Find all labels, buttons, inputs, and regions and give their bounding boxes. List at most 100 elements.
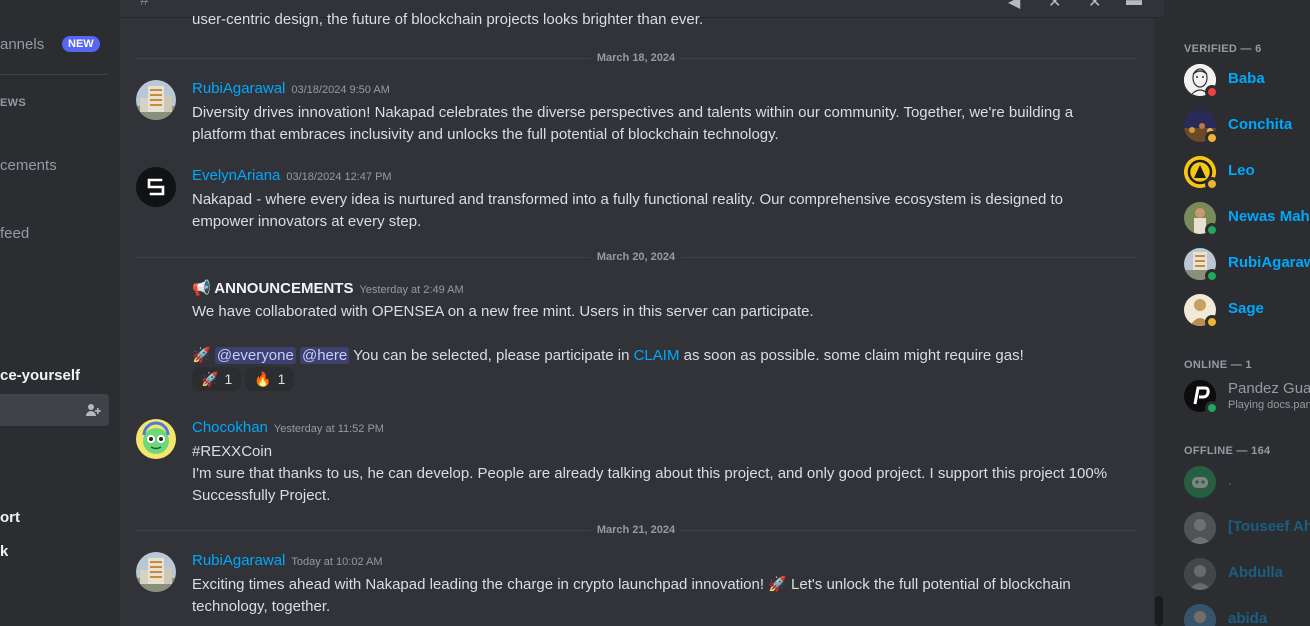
discord-app: annels NEW EWS cements feed ce-yourself … xyxy=(0,0,1310,626)
message-text: Exciting times ahead with Nakapad leadin… xyxy=(192,576,769,593)
member-name: . xyxy=(1228,472,1233,489)
message-content: Diversity drives innovation! Nakapad cel… xyxy=(192,104,1074,143)
status-online-icon xyxy=(1205,223,1219,237)
avatar xyxy=(1184,558,1216,590)
timestamp: Yesterday at 11:52 PM xyxy=(273,423,384,435)
message-item[interactable]: 📢 ANNOUNCEMENTS Yesterday at 2:49 AM We h… xyxy=(136,279,1126,395)
author-name[interactable]: Chocokhan xyxy=(192,419,268,436)
invite-icon[interactable] xyxy=(85,402,101,418)
rocket-emoji: 🚀 xyxy=(768,576,787,593)
avatar[interactable] xyxy=(136,552,176,592)
avatar[interactable] xyxy=(136,167,176,207)
member-item[interactable]: Baba xyxy=(1184,60,1310,100)
message-content: #REXXCoin I'm sure that thanks to us, he… xyxy=(192,441,1122,507)
mention-everyone[interactable]: @everyone xyxy=(214,347,296,364)
member-item[interactable]: abida xyxy=(1184,600,1310,626)
reaction-emoji: 🔥 xyxy=(254,370,272,387)
browse-channels-item[interactable]: annels xyxy=(0,36,44,53)
member-name: Sage xyxy=(1228,300,1264,317)
member-name: abida xyxy=(1228,610,1268,626)
message-item[interactable]: EvelynAriana 03/18/2024 12:47 PM Nakapad … xyxy=(136,167,1126,233)
member-name: Abdulla xyxy=(1228,564,1283,581)
mention-here[interactable]: @here xyxy=(299,347,350,364)
member-item[interactable]: Sage xyxy=(1184,290,1310,330)
avatar[interactable] xyxy=(136,80,176,120)
status-online-icon xyxy=(1205,401,1219,415)
message-line: #REXXCoin xyxy=(192,443,273,460)
member-item[interactable]: RubiAgarawal xyxy=(1184,244,1310,284)
member-name: Leo xyxy=(1228,162,1255,179)
message-line: 🚀 @everyone @here You can be selected, p… xyxy=(192,345,1122,367)
message-content: Exciting times ahead with Nakapad leadin… xyxy=(192,574,1122,618)
member-category-offline: OFFLINE — 164 xyxy=(1184,445,1271,457)
category-news[interactable]: EWS xyxy=(0,97,26,109)
scrollbar-thumb[interactable] xyxy=(1155,596,1163,626)
message-item[interactable]: RubiAgarawal Today at 10:02 AM Exciting t… xyxy=(136,552,1126,618)
message-list: user-centric design, the future of block… xyxy=(120,0,1154,626)
channel-announcements[interactable]: cements xyxy=(0,157,57,174)
channel-support[interactable]: ort xyxy=(0,509,20,526)
reaction-count: 1 xyxy=(277,371,286,387)
channel-k[interactable]: k xyxy=(0,543,8,560)
scrollbar-track[interactable] xyxy=(1154,18,1164,626)
message-header: EvelynAriana 03/18/2024 12:47 PM xyxy=(192,167,392,185)
member-name: [Touseef Ahmed] xyxy=(1228,518,1310,535)
member-item[interactable]: Abdulla xyxy=(1184,554,1310,594)
avatar[interactable] xyxy=(136,419,176,459)
new-badge: NEW xyxy=(62,36,100,52)
member-item[interactable]: Leo xyxy=(1184,152,1310,192)
status-idle-icon xyxy=(1205,177,1219,191)
author-name[interactable]: RubiAgarawal xyxy=(192,552,285,569)
member-name: RubiAgarawal xyxy=(1228,254,1310,271)
member-activity: Playing docs.pandez xyxy=(1228,399,1310,411)
timestamp: Yesterday at 2:49 AM xyxy=(359,284,464,296)
message-content: We have collaborated with OPENSEA on a n… xyxy=(192,301,1122,367)
member-item[interactable]: [Touseef Ahmed] xyxy=(1184,508,1310,548)
date-divider: March 18, 2024 xyxy=(136,52,1136,64)
member-item[interactable]: Pandez Guardian Playing docs.pandez xyxy=(1184,376,1310,416)
message-header: RubiAgarawal Today at 10:02 AM xyxy=(192,552,383,570)
rocket-emoji: 🚀 xyxy=(192,347,211,364)
member-name: Conchita xyxy=(1228,116,1293,133)
message-text: You can be selected, please participate … xyxy=(349,347,634,364)
timestamp: 03/18/2024 12:47 PM xyxy=(286,171,392,183)
channel-introduce-yourself[interactable]: ce-yourself xyxy=(0,367,80,384)
date-divider: March 20, 2024 xyxy=(136,251,1136,263)
channel-feed[interactable]: feed xyxy=(0,225,29,242)
message-text: as soon as possible. some claim might re… xyxy=(679,347,1024,364)
reaction-emoji: 🚀 xyxy=(201,370,219,387)
member-category-verified: VERIFIED — 6 xyxy=(1184,43,1262,55)
reactions: 🚀 1 🔥 1 xyxy=(192,367,295,391)
message-content: Nakapad - where every idea is nurtured a… xyxy=(192,191,1063,230)
status-idle-icon xyxy=(1205,131,1219,145)
message-item[interactable]: RubiAgarawal 03/18/2024 9:50 AM Diversity… xyxy=(136,80,1126,146)
author-name[interactable]: 📢 ANNOUNCEMENTS xyxy=(192,280,353,297)
status-idle-icon xyxy=(1205,315,1219,329)
member-name: Pandez Guardian xyxy=(1228,380,1310,397)
member-list: VERIFIED — 6 Baba Conchita Leo Newas Mah… xyxy=(1164,0,1310,626)
timestamp: Today at 10:02 AM xyxy=(291,556,383,568)
message-header: Chocokhan Yesterday at 11:52 PM xyxy=(192,419,384,437)
member-item[interactable]: . xyxy=(1184,462,1310,502)
author-name[interactable]: EvelynAriana xyxy=(192,167,280,184)
message-line: I'm sure that thanks to us, he can devel… xyxy=(192,465,1108,504)
member-name: Newas Mahmud xyxy=(1228,208,1310,225)
status-dnd-icon xyxy=(1205,85,1219,99)
avatar xyxy=(1184,604,1216,626)
status-online-icon xyxy=(1205,269,1219,283)
claim-link[interactable]: CLAIM xyxy=(634,347,680,364)
channel-sidebar: annels NEW EWS cements feed ce-yourself … xyxy=(0,0,120,626)
date-divider-label: March 18, 2024 xyxy=(590,52,682,64)
member-category-online: ONLINE — 1 xyxy=(1184,359,1252,371)
member-item[interactable]: Newas Mahmud xyxy=(1184,198,1310,238)
member-item[interactable]: Conchita xyxy=(1184,106,1310,146)
sidebar-divider xyxy=(0,74,108,75)
message-item[interactable]: Chocokhan Yesterday at 11:52 PM #REXXCoin… xyxy=(136,419,1126,507)
message-header: RubiAgarawal 03/18/2024 9:50 AM xyxy=(192,80,390,98)
reaction-fire[interactable]: 🔥 1 xyxy=(245,367,295,391)
date-divider-label: March 20, 2024 xyxy=(590,251,682,263)
reaction-rocket[interactable]: 🚀 1 xyxy=(192,367,242,391)
message-continuation: user-centric design, the future of block… xyxy=(192,11,704,28)
member-name: Baba xyxy=(1228,70,1265,87)
author-name[interactable]: RubiAgarawal xyxy=(192,80,285,97)
